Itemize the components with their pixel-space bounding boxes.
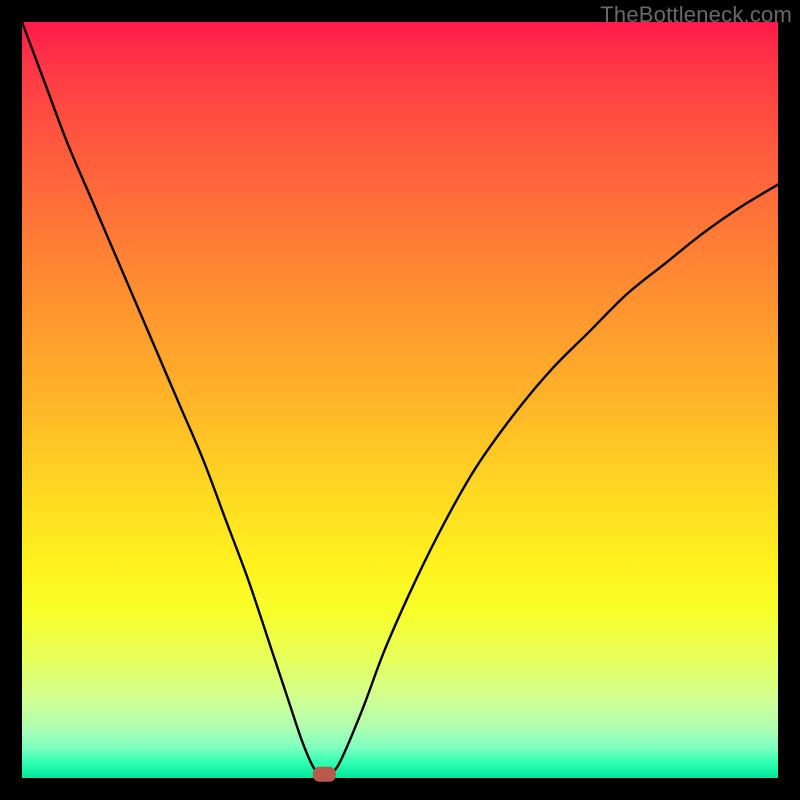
- optimal-marker: [313, 767, 335, 781]
- bottleneck-curve: [22, 22, 778, 775]
- plot-area: [22, 22, 778, 778]
- curve-svg: [22, 22, 778, 778]
- chart-frame: TheBottleneck.com: [0, 0, 800, 800]
